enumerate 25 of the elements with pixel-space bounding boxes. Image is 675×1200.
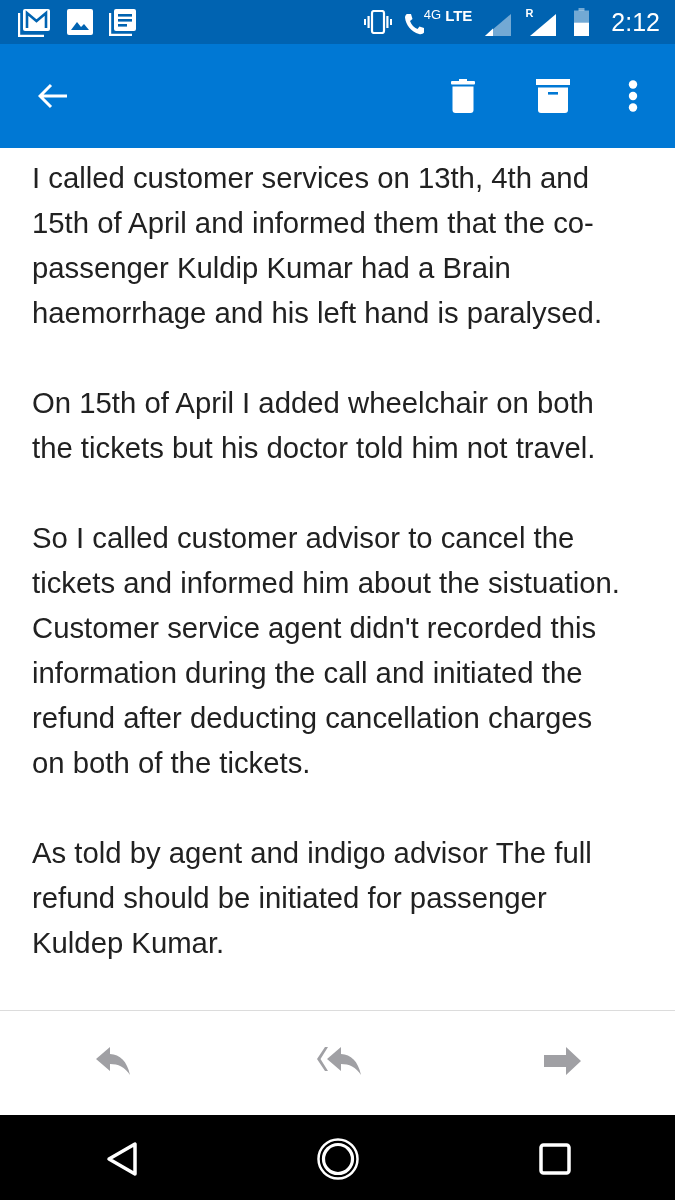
- reply-all-icon[interactable]: [314, 1047, 361, 1075]
- recents-icon[interactable]: [538, 1143, 571, 1175]
- clock-time: 2:12: [611, 8, 660, 36]
- roaming-label: R: [525, 8, 534, 19]
- archive-icon[interactable]: [536, 79, 570, 113]
- message-paragraph: As told by agent and indigo advisor The full refund should be initiated for passenger Kuldep Kumar.: [32, 835, 593, 961]
- signal-icon: [485, 14, 512, 36]
- network-label: 4G: [423, 8, 442, 21]
- reply-icon[interactable]: [95, 1047, 130, 1075]
- back-arrow-icon[interactable]: [38, 83, 68, 109]
- mail-icon[interactable]: [18, 7, 51, 37]
- home-icon[interactable]: [317, 1138, 360, 1180]
- message-paragraph: So I called customer advisor to cancel the tickets and informed him about the sistuation. Customer service agent didn't recorded this information during the call and initiated the refund after deducting cancellation charges on both of the tickets.: [32, 520, 621, 781]
- message-paragraph: I called customer services on 13th, 4th and 15th of April and informed them that the co-passenger Kuldip Kumar had a Brain haemorrhage and his left hand is paralysed.: [32, 160, 604, 331]
- forward-icon[interactable]: [544, 1047, 581, 1075]
- back-icon[interactable]: [106, 1141, 139, 1177]
- message-paragraph: On 15th of April I added wheelchair on both the tickets but his doctor told him not travel.: [32, 385, 597, 466]
- network-type-label: LTE: [445, 8, 473, 23]
- vibrate-icon: [363, 10, 392, 34]
- more-options-icon[interactable]: [628, 80, 638, 112]
- image-icon[interactable]: [67, 9, 93, 35]
- phone-icon: [403, 13, 424, 35]
- battery-icon: [574, 8, 590, 36]
- delete-icon[interactable]: [451, 79, 475, 113]
- newspaper-icon[interactable]: [109, 8, 137, 36]
